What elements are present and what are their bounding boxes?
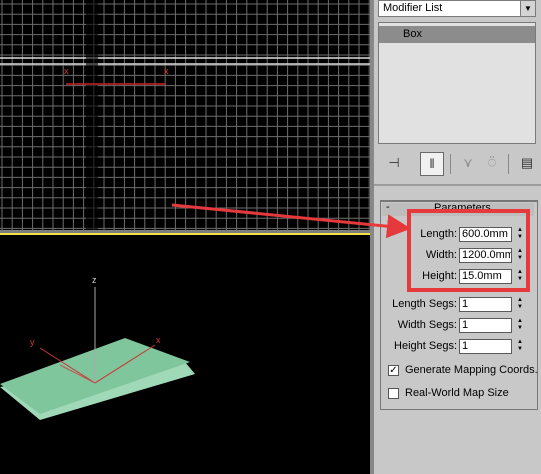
height-segs-field[interactable]: 1	[459, 339, 512, 354]
axis-z-label: z	[92, 275, 97, 285]
toolbar-divider	[508, 154, 509, 174]
perspective-viewport[interactable]: z y x	[0, 233, 370, 474]
top-axis-x-right-label: x	[164, 66, 169, 76]
spinner-down-icon[interactable]: ▼	[515, 304, 525, 311]
generate-mapping-coords-checkbox[interactable]: ✓ Generate Mapping Coords.	[388, 364, 538, 378]
width-segs-field[interactable]: 1	[459, 318, 512, 333]
perspective-scene	[0, 287, 195, 420]
spinner-up-icon[interactable]: ▲	[515, 339, 525, 346]
panel-divider	[374, 184, 541, 186]
collapse-icon[interactable]: -	[386, 201, 390, 213]
spinner-up-icon[interactable]: ▲	[515, 297, 525, 304]
stack-toolbar: ⊣ ‖ ⋎ ⍥ ▤	[378, 152, 538, 178]
stack-item-label: Box	[403, 28, 422, 40]
length-segs-field[interactable]: 1	[459, 297, 512, 312]
axis-x-label: x	[156, 335, 161, 345]
checkbox-box[interactable]: ✓	[388, 365, 399, 376]
top-viewport[interactable]: x x	[0, 0, 370, 230]
configure-modifier-sets-icon[interactable]: ▤	[515, 152, 539, 176]
axis-y-label: y	[30, 337, 35, 347]
param-width-segs: Width Segs: 1 ▲ ▼	[374, 318, 540, 334]
chevron-down-icon[interactable]: ▼	[520, 1, 535, 16]
modifier-list-dropdown[interactable]: Modifier List ▼	[378, 0, 536, 17]
real-world-map-size-checkbox[interactable]: Real-World Map Size	[388, 387, 538, 401]
top-axis-x-left-label: x	[64, 66, 69, 76]
pin-stack-icon[interactable]: ⊣	[382, 152, 406, 176]
param-label: Length Segs:	[392, 298, 457, 310]
width-segs-spinner[interactable]: ▲ ▼	[515, 318, 525, 333]
modifier-stack[interactable]: Box	[378, 22, 536, 144]
checkbox-box[interactable]	[388, 388, 399, 399]
height-segs-spinner[interactable]: ▲ ▼	[515, 339, 525, 354]
show-end-result-icon[interactable]: ‖	[420, 152, 444, 176]
stack-item-box[interactable]: Box	[379, 26, 535, 43]
grid-axis-band	[86, 0, 98, 230]
checkbox-label: Real-World Map Size	[405, 387, 509, 399]
top-viewport-grid	[0, 0, 370, 230]
spinner-down-icon[interactable]: ▼	[515, 346, 525, 353]
length-segs-spinner[interactable]: ▲ ▼	[515, 297, 525, 312]
spinner-down-icon[interactable]: ▼	[515, 325, 525, 332]
checkbox-label: Generate Mapping Coords.	[405, 364, 538, 376]
highlight-box	[407, 209, 530, 292]
make-unique-icon[interactable]: ⋎	[456, 152, 480, 176]
spinner-up-icon[interactable]: ▲	[515, 318, 525, 325]
param-length-segs: Length Segs: 1 ▲ ▼	[374, 297, 540, 313]
remove-modifier-icon[interactable]: ⍥	[480, 152, 504, 176]
toolbar-divider	[450, 154, 451, 174]
param-label: Height Segs:	[394, 340, 457, 352]
param-label: Width Segs:	[397, 319, 457, 331]
modifier-list-label: Modifier List	[383, 2, 443, 14]
param-height-segs: Height Segs: 1 ▲ ▼	[374, 339, 540, 355]
